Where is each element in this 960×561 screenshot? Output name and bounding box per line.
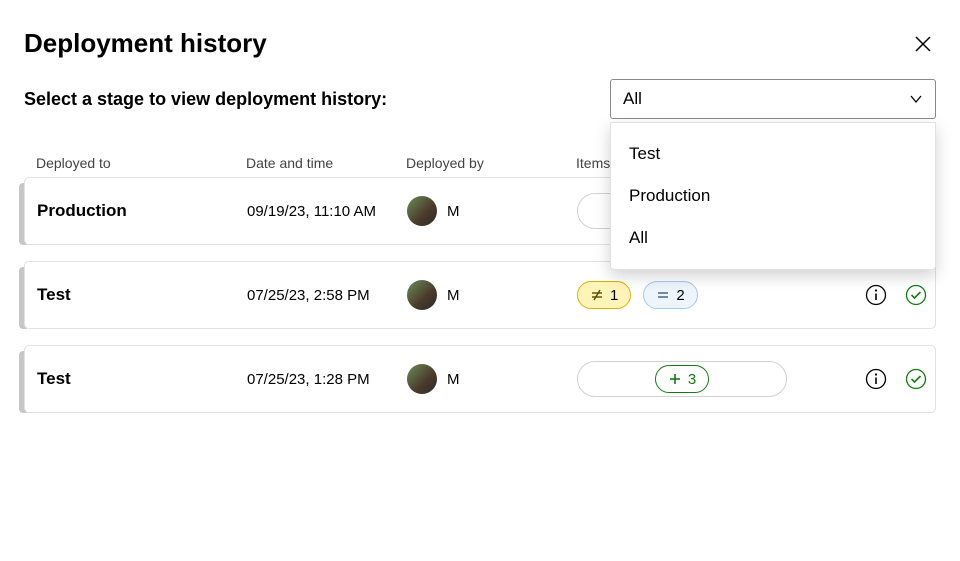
filter-label: Select a stage to view deployment histor… bbox=[24, 89, 387, 110]
not-equal-icon bbox=[590, 288, 604, 302]
table-row[interactable]: Test 07/25/23, 2:58 PM M 1 2 bbox=[24, 261, 936, 329]
status-cell bbox=[837, 284, 947, 306]
deployed-by-cell: M bbox=[407, 196, 577, 226]
dropdown-item-test[interactable]: Test bbox=[611, 133, 935, 175]
col-deployed-to: Deployed to bbox=[36, 155, 246, 171]
dropdown-item-all[interactable]: All bbox=[611, 217, 935, 259]
diff-pill[interactable]: 1 bbox=[577, 281, 631, 309]
close-icon bbox=[914, 35, 932, 53]
stage-filter-value: All bbox=[623, 89, 642, 109]
deployed-to-cell: Test bbox=[37, 285, 247, 305]
same-pill[interactable]: 2 bbox=[643, 281, 697, 309]
col-deployed-by: Deployed by bbox=[406, 155, 576, 171]
new-count: 3 bbox=[688, 371, 696, 388]
success-status bbox=[905, 368, 927, 390]
items-cell: 3 bbox=[577, 361, 837, 397]
date-time-cell: 07/25/23, 1:28 PM bbox=[247, 371, 407, 388]
dropdown-item-production[interactable]: Production bbox=[611, 175, 935, 217]
close-button[interactable] bbox=[910, 31, 936, 57]
info-button[interactable] bbox=[865, 368, 887, 390]
deployed-to-cell: Production bbox=[37, 201, 247, 221]
new-pill[interactable]: 3 bbox=[655, 365, 709, 393]
chevron-down-icon bbox=[909, 92, 923, 106]
avatar bbox=[407, 364, 437, 394]
stage-filter-select[interactable]: All bbox=[610, 79, 936, 119]
deployed-to-cell: Test bbox=[37, 369, 247, 389]
same-count: 2 bbox=[676, 287, 684, 304]
deployed-by-cell: M bbox=[407, 280, 577, 310]
checkmark-circle-icon bbox=[905, 368, 927, 390]
deployed-by-cell: M bbox=[407, 364, 577, 394]
avatar bbox=[407, 280, 437, 310]
success-status bbox=[905, 284, 927, 306]
stage-filter-menu: Test Production All bbox=[610, 122, 936, 270]
date-time-cell: 09/19/23, 11:10 AM bbox=[247, 203, 407, 220]
avatar bbox=[407, 196, 437, 226]
deployed-by-name: M bbox=[447, 287, 460, 304]
info-icon bbox=[865, 284, 887, 306]
checkmark-circle-icon bbox=[905, 284, 927, 306]
info-icon bbox=[865, 368, 887, 390]
diff-count: 1 bbox=[610, 287, 618, 304]
items-badge-container: 3 bbox=[577, 361, 787, 397]
info-button[interactable] bbox=[865, 284, 887, 306]
deployed-by-name: M bbox=[447, 203, 460, 220]
equal-icon bbox=[656, 288, 670, 302]
table-row[interactable]: Test 07/25/23, 1:28 PM M 3 bbox=[24, 345, 936, 413]
items-cell: 1 2 bbox=[577, 281, 837, 309]
date-time-cell: 07/25/23, 2:58 PM bbox=[247, 287, 407, 304]
deployed-by-name: M bbox=[447, 371, 460, 388]
page-title: Deployment history bbox=[24, 28, 267, 59]
status-cell bbox=[837, 368, 947, 390]
plus-icon bbox=[668, 372, 682, 386]
col-date-time: Date and time bbox=[246, 155, 406, 171]
